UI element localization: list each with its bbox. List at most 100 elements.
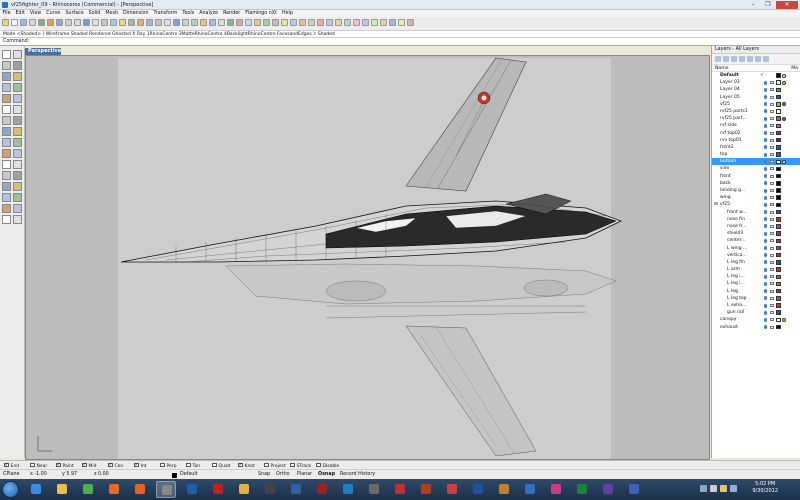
layer-name[interactable]: Layer 03 (720, 79, 740, 86)
move-down-icon[interactable] (747, 56, 753, 62)
circle-icon[interactable] (13, 72, 22, 81)
boolean-icon[interactable] (2, 138, 11, 147)
taskbar-button[interactable] (416, 481, 436, 498)
layer-color-swatch[interactable] (776, 238, 781, 244)
osnap-checkbox[interactable] (264, 462, 269, 467)
layer-row[interactable]: canopy (712, 316, 800, 323)
menu-mesh[interactable]: Mesh (103, 10, 121, 17)
osnap-end[interactable]: End (4, 462, 19, 469)
lock-icon[interactable] (770, 189, 774, 192)
osnap-checkbox[interactable] (30, 462, 35, 467)
zoom-extents-icon[interactable] (128, 19, 135, 26)
mirror-icon[interactable] (13, 193, 22, 202)
osnap-quad[interactable]: Quad (212, 462, 231, 469)
layer-name[interactable]: Default (720, 72, 739, 79)
tray-icon[interactable] (730, 485, 737, 492)
layer-name[interactable]: front (720, 173, 731, 180)
layer-color-swatch[interactable] (776, 296, 781, 301)
osnap-checkbox[interactable] (316, 462, 321, 467)
analyze-icon[interactable] (317, 19, 324, 26)
flag-icon[interactable] (720, 485, 727, 492)
layer-name[interactable]: landing g... (720, 187, 745, 194)
lock-icon[interactable] (770, 109, 774, 113)
layer-material-icon[interactable] (782, 116, 786, 121)
layer-name[interactable]: L leg (727, 288, 738, 295)
move-icon[interactable] (13, 171, 22, 180)
layer-row[interactable]: rvf25 part... (712, 115, 800, 122)
menu-help[interactable]: Help (279, 10, 295, 17)
line-icon[interactable] (2, 61, 11, 70)
trim-icon[interactable] (13, 149, 22, 158)
visibility-bulb-icon[interactable] (764, 224, 767, 229)
lock-icon[interactable] (770, 311, 774, 315)
layer-row[interactable]: L leg (712, 288, 800, 295)
lights-icon[interactable] (272, 19, 279, 26)
layer-row[interactable]: L leg i... (712, 280, 800, 287)
layer-color-swatch[interactable] (776, 159, 781, 165)
layer-color-swatch[interactable] (776, 137, 781, 143)
layer-name[interactable]: vf25 (720, 201, 730, 208)
layer-color-swatch[interactable] (776, 80, 781, 85)
text-icon[interactable] (2, 105, 11, 114)
layer-color-swatch[interactable] (776, 116, 781, 121)
layer-row[interactable]: rvf side (712, 122, 800, 129)
layer-name[interactable]: front w... (727, 209, 747, 216)
radius-icon[interactable] (344, 19, 351, 26)
layer-name[interactable]: Layer 05 (720, 94, 740, 101)
taskbar-button[interactable] (624, 481, 644, 498)
point-icon[interactable] (13, 50, 22, 59)
layer-name[interactable]: Layer 04 (720, 86, 740, 93)
visibility-bulb-icon[interactable] (764, 152, 767, 157)
taskbar-button[interactable] (208, 481, 228, 498)
menu-flamingo[interactable]: Flamingo nXt (243, 10, 280, 17)
visibility-bulb-icon[interactable] (764, 246, 767, 250)
menu-curve[interactable]: Curve (44, 10, 63, 17)
layer-color-swatch[interactable] (776, 181, 781, 186)
network-icon[interactable] (700, 485, 707, 492)
osnap-checkbox[interactable] (160, 462, 165, 467)
layer-name[interactable]: side (720, 165, 729, 172)
redo-icon[interactable] (83, 19, 90, 26)
flamingo-icon[interactable] (389, 19, 396, 26)
environment-icon[interactable] (263, 19, 270, 26)
layer-row[interactable]: vertica... (712, 252, 800, 259)
menu-file[interactable]: File (0, 10, 13, 17)
menu-render[interactable]: Render (221, 10, 243, 17)
layer-material-icon[interactable] (782, 80, 786, 85)
layer-color-swatch[interactable] (776, 145, 781, 150)
layer-name[interactable]: nose fin (727, 216, 745, 223)
layer-name[interactable]: canopy (720, 316, 736, 323)
visibility-bulb-icon[interactable] (764, 238, 767, 243)
taskbar-button[interactable] (104, 481, 124, 498)
layer-color-swatch[interactable] (776, 123, 781, 129)
layer-row[interactable]: center... (712, 237, 800, 244)
menu-surface[interactable]: Surface (63, 10, 86, 17)
layer-name[interactable]: rvv top01 (720, 137, 742, 144)
layer-name[interactable]: shield3 (727, 230, 743, 237)
polyline-icon[interactable] (13, 61, 22, 70)
lock-icon[interactable] (770, 167, 774, 171)
lock-icon[interactable] (770, 181, 774, 185)
undo-view-icon[interactable] (146, 19, 153, 26)
visibility-bulb-icon[interactable] (764, 310, 767, 315)
copy-tool-icon[interactable] (2, 182, 11, 191)
visibility-bulb-icon[interactable] (764, 274, 767, 279)
layer-name[interactable]: rvf top02 (720, 130, 741, 137)
import-icon[interactable] (38, 19, 45, 26)
osnap-checkbox[interactable] (82, 462, 87, 467)
layer-row[interactable]: L arm (712, 266, 800, 273)
osnap-icon[interactable] (236, 19, 243, 26)
render-icon[interactable] (254, 19, 261, 26)
visibility-bulb-icon[interactable] (764, 231, 767, 236)
visibility-bulb-icon[interactable] (764, 325, 767, 330)
layer-color-swatch[interactable] (776, 166, 781, 172)
cut-icon[interactable] (47, 19, 54, 26)
taskbar-button[interactable] (156, 481, 176, 498)
layer-row[interactable]: front2 (712, 144, 800, 151)
layer-name[interactable]: wing (720, 194, 731, 201)
visibility-bulb-icon[interactable] (764, 317, 767, 322)
zoom-selected-icon[interactable] (137, 19, 144, 26)
visibility-bulb-icon[interactable] (764, 210, 767, 215)
layer-row[interactable]: rvv top01 (712, 137, 800, 144)
osnap-checkbox[interactable] (56, 462, 61, 467)
